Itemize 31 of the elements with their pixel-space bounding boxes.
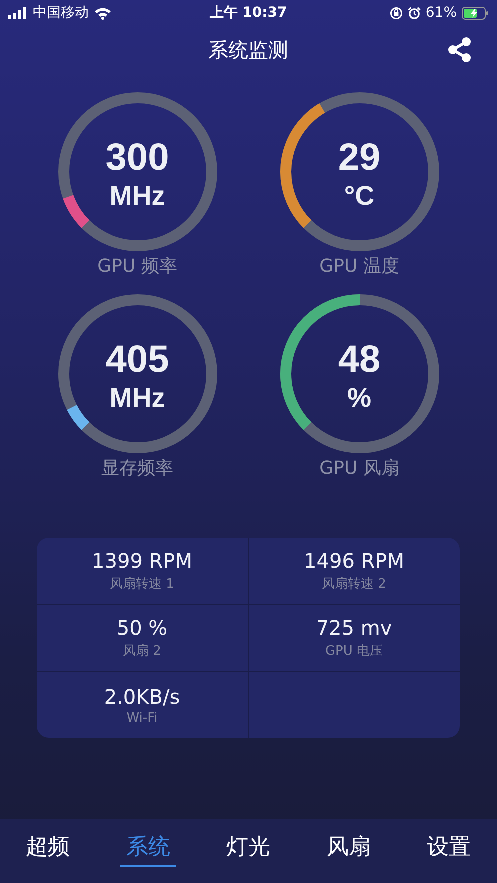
stat-value: 725 mv (316, 616, 392, 640)
gauge-unit: % (347, 382, 372, 414)
stat-value: 50 % (116, 616, 168, 640)
gauge-label: GPU 频率 (98, 255, 178, 278)
stat-label: 风扇转速 1 (110, 576, 174, 593)
gauge-label: GPU 风扇 (320, 457, 400, 480)
gauge-value: 300 (106, 136, 170, 180)
gauge-unit: MHz (110, 382, 166, 414)
nav-tab[interactable]: 超频 (20, 830, 76, 866)
gauge-value: 405 (106, 338, 170, 382)
stat-value: 1496 RPM (304, 549, 404, 573)
gauge-label: GPU 温度 (320, 255, 400, 278)
gauge-value: 29 (338, 136, 381, 180)
page-title: 系统监测 (208, 36, 288, 64)
gauge-unit: °C (344, 180, 375, 212)
clock-time: 上午 10:37 (210, 4, 288, 22)
stat-value: 1399 RPM (92, 549, 192, 573)
carrier-name: 中国移动 (33, 4, 89, 22)
gauge-value: 48 (338, 338, 381, 382)
nav-tab[interactable]: 灯光 (220, 830, 276, 866)
nav-tab[interactable]: 系统 (120, 830, 176, 866)
stat-label: Wi-Fi (126, 710, 158, 726)
gauge-unit: MHz (110, 180, 166, 212)
nav-tab[interactable]: 风扇 (320, 830, 377, 866)
stat-label: 风扇转速 2 (322, 576, 386, 593)
nav-tab[interactable]: 设置 (421, 830, 477, 866)
stat-label: 风扇 2 (123, 643, 162, 660)
stat-label: GPU 电压 (325, 643, 384, 660)
battery-percent: 61% (426, 5, 457, 21)
stat-value: 2.0KB/s (104, 684, 180, 708)
gauge-label: 显存频率 (102, 457, 174, 480)
